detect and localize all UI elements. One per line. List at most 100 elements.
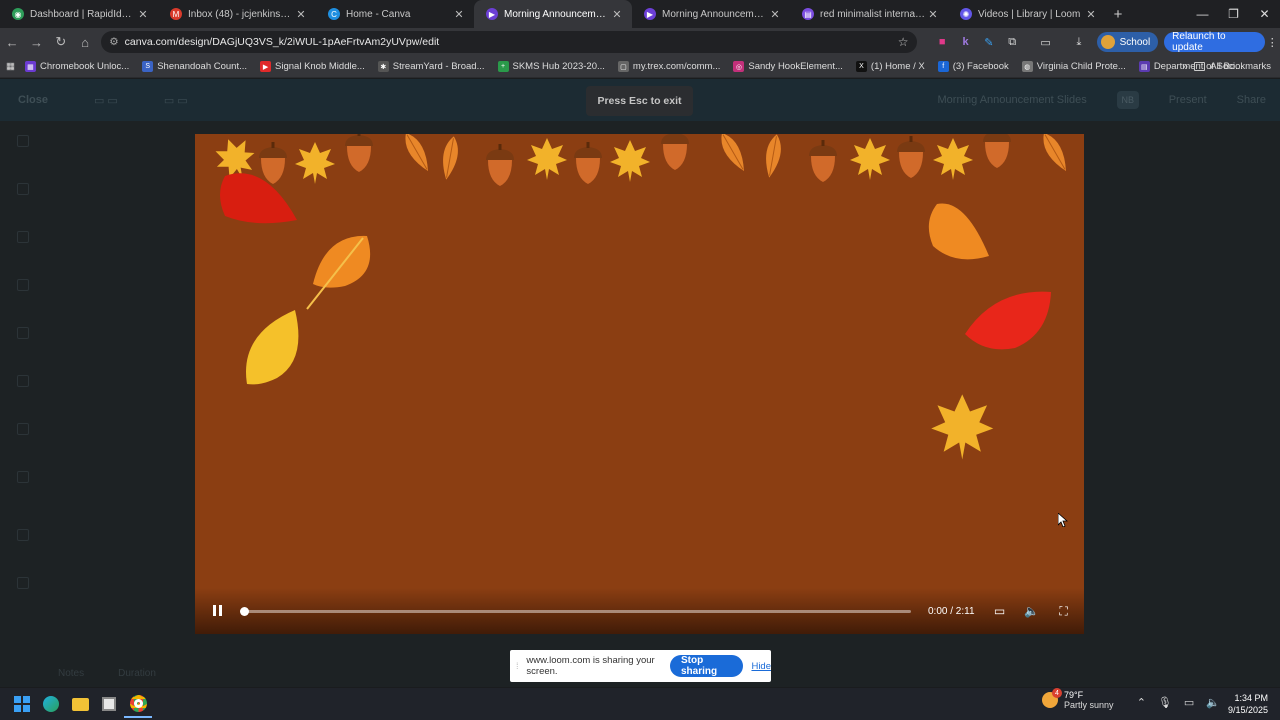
reload-button[interactable]: ↻ bbox=[49, 28, 73, 56]
canva-menu-item: ▭ ▭ bbox=[93, 94, 118, 107]
close-window-button[interactable]: ✕ bbox=[1249, 0, 1280, 28]
canva-present-button: Present bbox=[1168, 94, 1207, 106]
tab-close-icon[interactable]: ✕ bbox=[926, 8, 940, 21]
taskbar-clock[interactable]: 1:34 PM 9/15/2025 bbox=[1228, 692, 1268, 716]
browser-tab[interactable]: ▶ Morning Announcement Slides✕ bbox=[632, 0, 790, 28]
extension-icon-k[interactable]: k bbox=[954, 30, 977, 54]
bookmark-item[interactable]: ▦ Chromebook Unloc... bbox=[24, 61, 129, 72]
extension-icon-pen[interactable]: ✎ bbox=[977, 30, 1000, 54]
apps-grid-icon[interactable]: ▦ bbox=[6, 61, 15, 72]
bookmarks-bar: ▦ ▦ Chromebook Unloc... S Shenandoah Count.… bbox=[0, 56, 1280, 78]
browser-tab[interactable]: C Home - Canva ✕ bbox=[316, 0, 474, 28]
all-bookmarks-button[interactable]: All Bookmarks bbox=[1194, 61, 1271, 72]
file-explorer-icon[interactable] bbox=[66, 690, 94, 718]
bookmark-item[interactable]: ◍ Virginia Child Prote... bbox=[1021, 61, 1126, 72]
sidebar-apps-icon bbox=[17, 471, 29, 483]
fullscreen-icon[interactable]: ⛶ bbox=[1057, 604, 1071, 618]
weather-widget[interactable]: 4 79°F Partly sunny bbox=[1042, 688, 1114, 710]
window-controls: — ❐ ✕ bbox=[1187, 0, 1280, 28]
autumn-leaves-artwork bbox=[209, 134, 1073, 460]
bookmark-item[interactable]: ◎ Sandy HookElement... bbox=[733, 61, 843, 72]
bookmark-item[interactable]: X (1) Home / X bbox=[855, 61, 925, 72]
windows-taskbar: 4 79°F Partly sunny ⌃ 🎙 ▭ 🔈 1:34 PM 9/15… bbox=[0, 688, 1280, 720]
maximize-button[interactable]: ❐ bbox=[1218, 0, 1249, 28]
new-tab-button[interactable]: + bbox=[1106, 0, 1130, 28]
sidebar-uploads-icon bbox=[17, 327, 29, 339]
pause-button[interactable] bbox=[213, 605, 225, 617]
downloads-icon[interactable]: ⤓ bbox=[1067, 30, 1090, 54]
snipping-tool-icon[interactable] bbox=[95, 690, 123, 718]
tab-search-icon[interactable]: ▭ bbox=[1034, 30, 1057, 54]
profile-chip[interactable]: School bbox=[1096, 32, 1159, 52]
extension-icon-video[interactable]: ■ bbox=[931, 30, 954, 54]
microphone-icon[interactable]: 🎙 bbox=[1158, 696, 1172, 709]
tab-close-icon[interactable]: ✕ bbox=[610, 8, 624, 21]
tab-close-icon[interactable]: ✕ bbox=[294, 8, 308, 21]
bookmark-label: my.trex.com/comm... bbox=[632, 61, 721, 72]
bookmark-favicon-icon: ▶ bbox=[260, 61, 272, 72]
tab-close-icon[interactable]: ✕ bbox=[452, 8, 466, 21]
site-info-icon[interactable]: ⚙ bbox=[109, 36, 118, 48]
windows-logo-icon bbox=[14, 696, 30, 712]
bookmark-item[interactable]: ✱ StreamYard - Broad... bbox=[377, 61, 485, 72]
clock-date: 9/15/2025 bbox=[1227, 705, 1268, 715]
address-bar[interactable]: ⚙ canva.com/design/DAGjUQ3VS_k/2iWUL-1pA… bbox=[101, 31, 917, 53]
sidebar-draw-icon bbox=[17, 375, 29, 387]
extensions-puzzle-icon[interactable]: ⧉ bbox=[1001, 30, 1024, 54]
collaborator-avatar: NB bbox=[1116, 91, 1139, 109]
sidebar-brand-icon bbox=[17, 279, 29, 291]
bookmark-star-icon[interactable]: ☆ bbox=[898, 35, 909, 49]
browser-tab[interactable]: M Inbox (48) - jcjenkins@shenando✕ bbox=[158, 0, 316, 28]
browser-tab[interactable]: ✺ Videos | Library | Loom ✕ bbox=[948, 0, 1106, 28]
bookmark-favicon-icon: S bbox=[142, 61, 154, 72]
browser-tab[interactable]: ▶ Morning Announcement Slides✕ bbox=[474, 0, 632, 28]
chrome-icon[interactable] bbox=[124, 690, 152, 718]
speaker-icon[interactable]: 🔈 bbox=[1206, 696, 1220, 709]
relaunch-button[interactable]: Relaunch to update bbox=[1164, 31, 1265, 53]
stop-sharing-button[interactable]: Stop sharing bbox=[669, 655, 744, 677]
captions-icon[interactable]: ▭ bbox=[993, 604, 1007, 618]
canva-header-right: Morning Announcement Slides NB Present S… bbox=[938, 91, 1266, 109]
home-button[interactable]: ⌂ bbox=[73, 28, 97, 56]
screen-share-bar: ⁞ www.loom.com is sharing your screen. S… bbox=[510, 650, 771, 682]
bookmark-item[interactable]: ▢ my.trex.com/comm... bbox=[617, 61, 721, 72]
bookmark-favicon-icon: + bbox=[497, 61, 509, 72]
display-icon[interactable]: ▭ bbox=[1184, 696, 1194, 709]
start-button[interactable] bbox=[8, 690, 36, 718]
volume-icon[interactable]: 🔈 bbox=[1024, 604, 1039, 618]
bookmark-label: SKMS Hub 2023-20... bbox=[512, 61, 605, 72]
tab-close-icon[interactable]: ✕ bbox=[1084, 8, 1098, 21]
tray-overflow-chevron-icon[interactable]: ⌃ bbox=[1137, 696, 1146, 709]
bookmarks-overflow-icon[interactable]: » bbox=[1182, 61, 1188, 73]
clock-time: 1:34 PM bbox=[1234, 693, 1268, 703]
weather-condition: Partly sunny bbox=[1064, 700, 1114, 710]
progress-track[interactable] bbox=[240, 606, 911, 616]
tab-close-icon[interactable]: ✕ bbox=[768, 8, 782, 21]
browser-tab[interactable]: ◉ Dashboard | RapidIdentity ✕ bbox=[0, 0, 158, 28]
orange-leaf bbox=[313, 235, 371, 288]
weather-badge: 4 bbox=[1052, 688, 1062, 698]
bookmark-item[interactable]: S Shenandoah Count... bbox=[142, 61, 247, 72]
tab-title: Inbox (48) - jcjenkins@shenando bbox=[188, 8, 294, 20]
minimize-button[interactable]: — bbox=[1187, 0, 1218, 28]
bookmark-label: StreamYard - Broad... bbox=[392, 61, 485, 72]
bookmark-item[interactable]: f (3) Facebook bbox=[937, 61, 1009, 72]
tab-close-icon[interactable]: ✕ bbox=[136, 8, 150, 21]
browser-tab[interactable]: ▤ red minimalist international chi✕ bbox=[790, 0, 948, 28]
menu-kebab-icon[interactable]: ⋮ bbox=[1265, 36, 1280, 49]
forward-button[interactable]: → bbox=[24, 28, 48, 56]
browser-toolbar: ← → ↻ ⌂ ⚙ canva.com/design/DAGjUQ3VS_k/2… bbox=[0, 28, 1280, 56]
progress-knob[interactable] bbox=[240, 606, 249, 616]
hide-link[interactable]: Hide bbox=[751, 661, 771, 672]
bookmark-item[interactable]: ▶ Signal Knob Middle... bbox=[260, 61, 365, 72]
bookmark-label: Virginia Child Prote... bbox=[1036, 61, 1126, 72]
bookmark-item[interactable]: + SKMS Hub 2023-20... bbox=[497, 61, 605, 72]
bookmark-favicon-icon: ◍ bbox=[1021, 61, 1033, 72]
edge-icon[interactable] bbox=[37, 690, 65, 718]
canva-close-button[interactable]: Close bbox=[18, 94, 48, 106]
slide-presentation[interactable]: 0:00 / 2:11 ▭ 🔈 ⛶ bbox=[195, 134, 1084, 634]
back-button[interactable]: ← bbox=[0, 28, 24, 56]
player-controls: 0:00 / 2:11 ▭ 🔈 ⛶ bbox=[195, 588, 1084, 634]
tab-favicon-icon: ▶ bbox=[486, 8, 498, 20]
drag-handle-icon[interactable]: ⁞ bbox=[516, 661, 524, 671]
